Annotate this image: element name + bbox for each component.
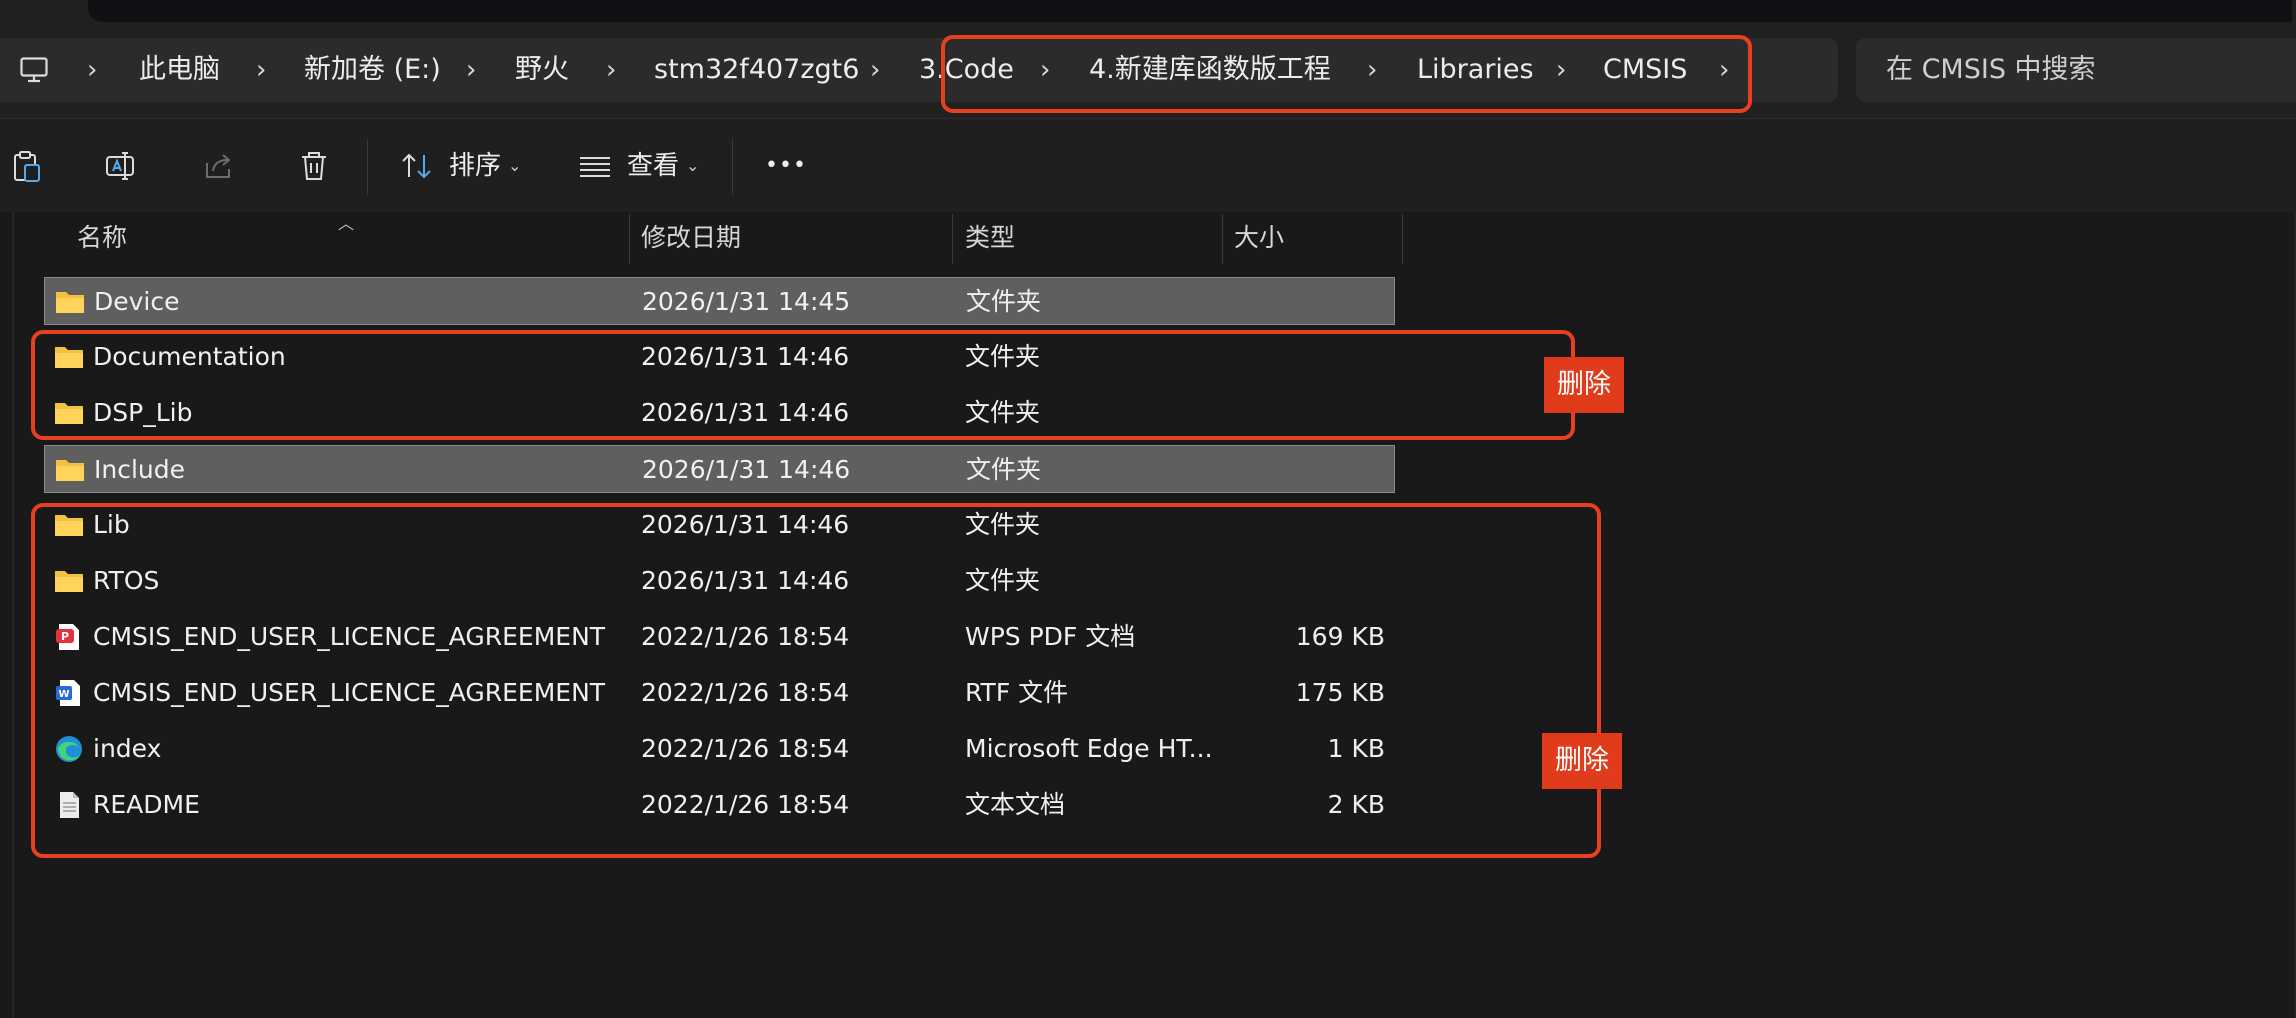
file-explorer-window: › 此电脑 › 新加卷 (E:) › 野火 › stm32f407zgt6 › … [0, 0, 2296, 1018]
column-header-type[interactable]: 类型 [965, 212, 1015, 264]
chevron-down-icon[interactable]: ⌄ [686, 119, 699, 213]
navigation-pane-edge [12, 212, 14, 1018]
view-button[interactable]: 查看 [627, 119, 679, 213]
search-input[interactable]: 在 CMSIS 中搜索 [1856, 38, 2296, 102]
column-separator[interactable] [1402, 214, 1403, 264]
path-highlight-box [941, 35, 1752, 113]
delete-annotation-label-1: 删除 [1544, 357, 1624, 413]
file-type: 文件夹 [966, 287, 1042, 316]
file-date: 2026/1/31 14:45 [642, 287, 851, 316]
folder-icon [56, 292, 84, 313]
title-strip [0, 0, 2296, 22]
search-placeholder: 在 CMSIS 中搜索 [1886, 54, 2096, 85]
column-separator[interactable] [629, 214, 630, 264]
breadcrumb-this-pc[interactable]: 此电脑 [139, 38, 220, 102]
view-icon[interactable] [578, 149, 612, 183]
column-separator[interactable] [1222, 214, 1223, 264]
breadcrumb-chevron-icon[interactable]: › [870, 38, 880, 102]
breadcrumb-volume-e[interactable]: 新加卷 (E:) [304, 38, 441, 102]
file-type: 文件夹 [966, 455, 1042, 484]
file-row-include[interactable]: Include 2026/1/31 14:46 文件夹 [44, 445, 1395, 493]
file-name: Device [94, 287, 180, 316]
sort-ascending-icon: ︿ [338, 214, 355, 233]
this-pc-icon[interactable] [20, 57, 48, 83]
delete-highlight-box-2 [31, 503, 1601, 858]
delete-highlight-box-1 [31, 330, 1575, 440]
breadcrumb-chevron-icon[interactable]: › [87, 38, 97, 102]
breadcrumb-stm32[interactable]: stm32f407zgt6 [654, 38, 859, 102]
rename-icon[interactable] [104, 149, 138, 183]
sort-icon[interactable] [400, 149, 434, 183]
breadcrumb-chevron-icon[interactable]: › [606, 38, 616, 102]
column-header-size[interactable]: 大小 [1234, 212, 1284, 264]
breadcrumb-chevron-icon[interactable]: › [256, 38, 266, 102]
column-separator[interactable] [952, 214, 953, 264]
command-bar: 排序 ⌄ 查看 ⌄ ••• [0, 118, 2296, 213]
sort-button[interactable]: 排序 [449, 119, 501, 213]
file-date: 2026/1/31 14:46 [642, 455, 851, 484]
share-icon[interactable] [202, 149, 236, 183]
chevron-down-icon[interactable]: ⌄ [508, 119, 521, 213]
file-row-device[interactable]: Device 2026/1/31 14:45 文件夹 [44, 277, 1395, 325]
file-name: Include [94, 455, 186, 484]
toolbar-separator [732, 139, 733, 195]
more-options-button[interactable]: ••• [765, 119, 807, 213]
title-strip-inner [88, 0, 2292, 22]
breadcrumb-chevron-icon[interactable]: › [466, 38, 476, 102]
delete-icon[interactable] [297, 149, 331, 183]
paste-icon[interactable] [10, 149, 44, 183]
folder-icon [56, 460, 84, 481]
column-header-name[interactable]: 名称 [77, 212, 127, 264]
column-header-date[interactable]: 修改日期 [641, 212, 741, 264]
breadcrumb-yehuo[interactable]: 野火 [515, 38, 569, 102]
delete-annotation-label-2: 删除 [1542, 733, 1622, 789]
toolbar-separator [367, 139, 368, 195]
